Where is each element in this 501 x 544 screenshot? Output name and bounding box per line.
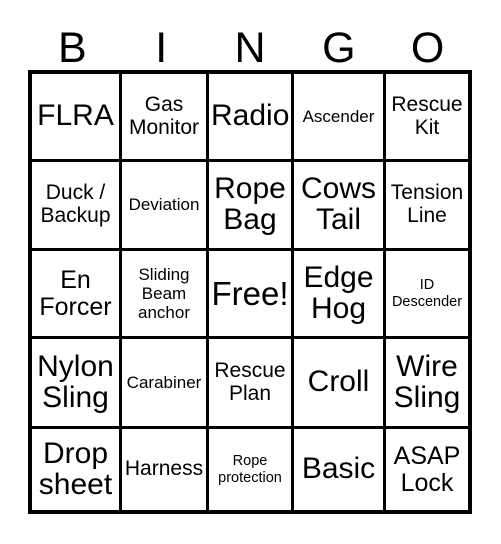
bingo-cell-b3[interactable]: En Forcer bbox=[32, 251, 122, 339]
bingo-cell-g4[interactable]: Croll bbox=[294, 339, 386, 429]
bingo-cell-o1[interactable]: Rescue Kit bbox=[386, 74, 468, 162]
bingo-grid: FLRA Gas Monitor Radio Ascender Rescue K… bbox=[28, 70, 472, 514]
bingo-cell-label: Drop sheet bbox=[38, 436, 113, 501]
bingo-header-row: B I N G O bbox=[28, 22, 472, 70]
bingo-cell-o5[interactable]: ASAP Lock bbox=[386, 429, 468, 510]
bingo-cell-label: Rope Bag bbox=[214, 172, 286, 236]
bingo-cell-o4[interactable]: Wire Sling bbox=[386, 339, 468, 429]
bingo-cell-label: Duck / Backup bbox=[40, 181, 111, 227]
bingo-cell-label: Rescue Kit bbox=[391, 92, 463, 139]
bingo-cell-i2[interactable]: Deviation bbox=[122, 162, 209, 251]
bingo-cell-label: ID Descender bbox=[391, 276, 463, 310]
bingo-cell-label: Free! bbox=[211, 274, 289, 312]
bingo-cell-n1[interactable]: Radio bbox=[209, 74, 294, 162]
bingo-cell-label: Sliding Beam anchor bbox=[138, 264, 190, 323]
bingo-cell-label: Gas Monitor bbox=[128, 92, 200, 139]
bingo-cell-b5[interactable]: Drop sheet bbox=[32, 429, 122, 510]
bingo-cell-label: Rope protection bbox=[218, 452, 282, 486]
bingo-cell-label: Radio bbox=[211, 99, 290, 133]
bingo-header-letter-i: I bbox=[155, 24, 168, 72]
bingo-cell-g5[interactable]: Basic bbox=[294, 429, 386, 510]
bingo-cell-i5[interactable]: Harness bbox=[122, 429, 209, 510]
bingo-header-letter-o: O bbox=[410, 24, 445, 72]
bingo-cell-label: Tension Line bbox=[390, 181, 464, 227]
bingo-cell-b2[interactable]: Duck / Backup bbox=[32, 162, 122, 251]
bingo-cell-n4[interactable]: Rescue Plan bbox=[209, 339, 294, 429]
bingo-cell-b1[interactable]: FLRA bbox=[32, 74, 122, 162]
bingo-cell-label: ASAP Lock bbox=[393, 442, 461, 497]
bingo-cell-g3[interactable]: Edge Hog bbox=[294, 251, 386, 339]
bingo-cell-n2[interactable]: Rope Bag bbox=[209, 162, 294, 251]
bingo-cell-label: Harness bbox=[124, 457, 204, 481]
bingo-cell-i1[interactable]: Gas Monitor bbox=[122, 74, 209, 162]
bingo-cell-label: En Forcer bbox=[39, 266, 112, 321]
bingo-cell-label: Basic bbox=[301, 452, 376, 486]
bingo-cell-label: Ascender bbox=[302, 106, 375, 126]
bingo-cell-i4[interactable]: Carabiner bbox=[122, 339, 209, 429]
bingo-cell-i3[interactable]: Sliding Beam anchor bbox=[122, 251, 209, 339]
bingo-cell-label: Nylon Sling bbox=[37, 349, 114, 414]
bingo-cell-label: Wire Sling bbox=[393, 349, 461, 414]
bingo-cell-label: FLRA bbox=[37, 99, 114, 133]
bingo-cell-free-space[interactable]: Free! bbox=[209, 251, 294, 339]
bingo-cell-label: Deviation bbox=[128, 195, 200, 215]
bingo-header-letter-g: G bbox=[322, 24, 356, 72]
bingo-cell-o3[interactable]: ID Descender bbox=[386, 251, 468, 339]
bingo-cell-g1[interactable]: Ascender bbox=[294, 74, 386, 162]
bingo-cell-label: Edge Hog bbox=[303, 260, 374, 325]
bingo-cell-o2[interactable]: Tension Line bbox=[386, 162, 468, 251]
bingo-card: B I N G O FLRA Gas Monitor Radio Ascende… bbox=[0, 0, 501, 544]
bingo-header-letter-b: B bbox=[58, 24, 87, 72]
bingo-cell-label: Croll bbox=[307, 365, 370, 399]
bingo-cell-label: Carabiner bbox=[126, 372, 202, 392]
bingo-cell-n5[interactable]: Rope protection bbox=[209, 429, 294, 510]
bingo-header-letter-n: N bbox=[234, 24, 266, 72]
bingo-cell-label: Rescue Plan bbox=[214, 358, 286, 405]
bingo-cell-label: Cows Tail bbox=[300, 172, 376, 236]
bingo-cell-g2[interactable]: Cows Tail bbox=[294, 162, 386, 251]
bingo-cell-b4[interactable]: Nylon Sling bbox=[32, 339, 122, 429]
